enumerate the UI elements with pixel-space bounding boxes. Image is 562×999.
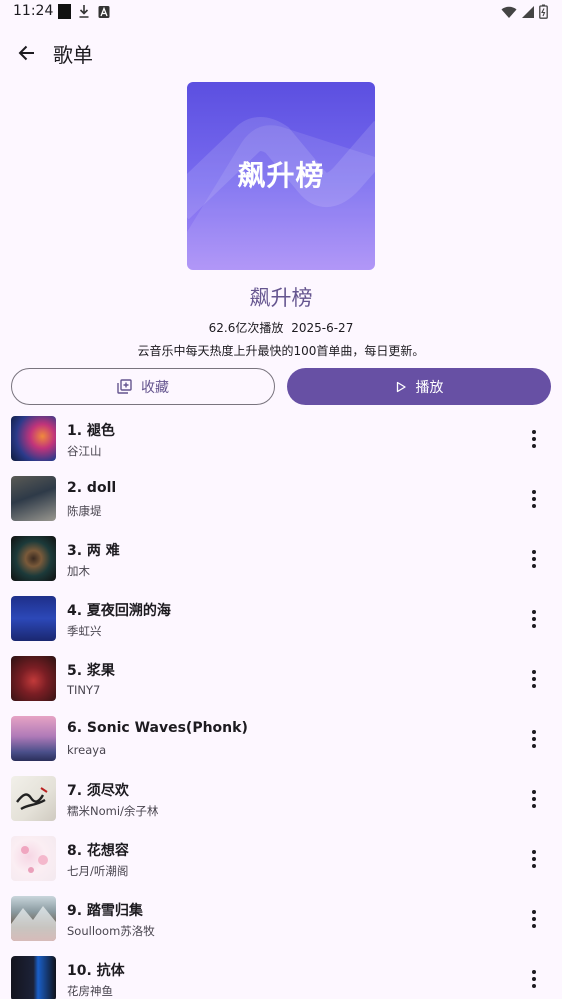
song-title: 7. 须尽欢 [67,783,129,799]
a-badge-icon [98,4,110,23]
song-row-4[interactable]: 4. 夏夜回溯的海 季虹兴 [0,589,562,649]
more-options-icon[interactable] [520,905,548,933]
more-options-icon[interactable] [520,485,548,513]
song-artist: kreaya [67,743,107,757]
song-title: 5. 浆果 [67,663,115,679]
status-icons [501,4,548,19]
playlist-cover: 飙升榜 [187,82,375,270]
song-row-7[interactable]: 7. 须尽欢 糯米Nomi/余子林 [0,769,562,829]
more-options-icon[interactable] [520,605,548,633]
song-title: 9. 踏雪归集 [67,903,143,919]
song-artist: 糯米Nomi/余子林 [67,804,159,818]
play-all-button[interactable]: 播放 [287,368,551,405]
song-list: 1. 褪色 谷江山 2. doll 陈康堤 3. 两 难 加木 4. 夏夜回溯的… [0,409,562,999]
app-bar: 歌单 [0,30,562,76]
song-row-1[interactable]: 1. 褪色 谷江山 [0,409,562,469]
play-icon [396,381,406,392]
song-cover-thumbnail [11,656,56,701]
status-time: 11:24 [13,3,54,19]
song-cover-thumbnail [11,896,56,941]
song-cover-thumbnail [11,956,56,999]
song-row-8[interactable]: 8. 花想容 七月/听潮阁 [0,829,562,889]
more-options-icon[interactable] [520,845,548,873]
more-options-icon[interactable] [520,425,548,453]
song-artist: 陈康堤 [67,504,102,518]
song-title: 1. 褪色 [67,423,115,439]
download-icon [78,4,90,23]
playlist-description: 云音乐中每天热度上升最快的100首单曲，每日更新。 [137,344,425,358]
song-title: 2. doll [67,480,117,496]
collect-button[interactable]: 收藏 [11,368,275,405]
back-button[interactable] [12,38,42,68]
add-to-library-icon [117,379,132,394]
song-cover-thumbnail [11,476,56,521]
cover-title: 飙升榜 [237,159,325,192]
more-options-icon[interactable] [520,965,548,993]
more-options-icon[interactable] [520,785,548,813]
more-options-icon[interactable] [520,545,548,573]
playlist-screen: 11:24 歌单 飙升榜 飙升榜 62.6亿次播放 2025-6-27 云音乐中… [0,0,562,999]
wifi-icon [501,6,517,18]
song-row-3[interactable]: 3. 两 难 加木 [0,529,562,589]
status-bar: 11:24 [0,0,562,24]
song-row-2[interactable]: 2. doll 陈康堤 [0,469,562,529]
song-artist: 谷江山 [67,444,102,458]
song-title: 10. 抗体 [67,963,125,979]
playlist-title: 飙升榜 [249,286,313,310]
update-date: 2025-6-27 [291,321,354,335]
song-artist: TINY7 [67,683,101,697]
signal-icon [522,5,534,18]
song-row-10[interactable]: 10. 抗体 花房神鱼 [0,949,562,999]
song-row-9[interactable]: 9. 踏雪归集 Soulloom苏洛牧 [0,889,562,949]
play-label: 播放 [415,379,444,396]
more-options-icon[interactable] [520,665,548,693]
song-artist: 七月/听潮阁 [67,864,129,878]
song-title: 8. 花想容 [67,843,129,859]
collect-label: 收藏 [141,379,169,396]
playlist-meta: 62.6亿次播放 2025-6-27 [0,319,562,336]
more-options-icon[interactable] [520,725,548,753]
song-artist: Soulloom苏洛牧 [67,924,155,938]
song-artist: 花房神鱼 [67,984,113,998]
song-cover-thumbnail [11,836,56,881]
arrow-left-icon [18,45,34,61]
song-title: 3. 两 难 [67,543,120,559]
song-artist: 加木 [67,564,90,578]
notification-square-icon [58,4,71,19]
song-cover-thumbnail [11,416,56,461]
song-cover-thumbnail [11,536,56,581]
song-title: 6. Sonic Waves(Phonk) [67,720,248,736]
song-artist: 季虹兴 [67,624,102,638]
song-cover-thumbnail [11,776,56,821]
battery-icon [539,4,548,19]
song-cover-thumbnail [11,596,56,641]
song-title: 4. 夏夜回溯的海 [67,603,171,619]
song-row-6[interactable]: 6. Sonic Waves(Phonk) kreaya [0,709,562,769]
song-row-5[interactable]: 5. 浆果 TINY7 [0,649,562,709]
page-title: 歌单 [53,43,93,67]
song-cover-thumbnail [11,716,56,761]
play-count: 62.6亿次播放 [208,321,284,335]
